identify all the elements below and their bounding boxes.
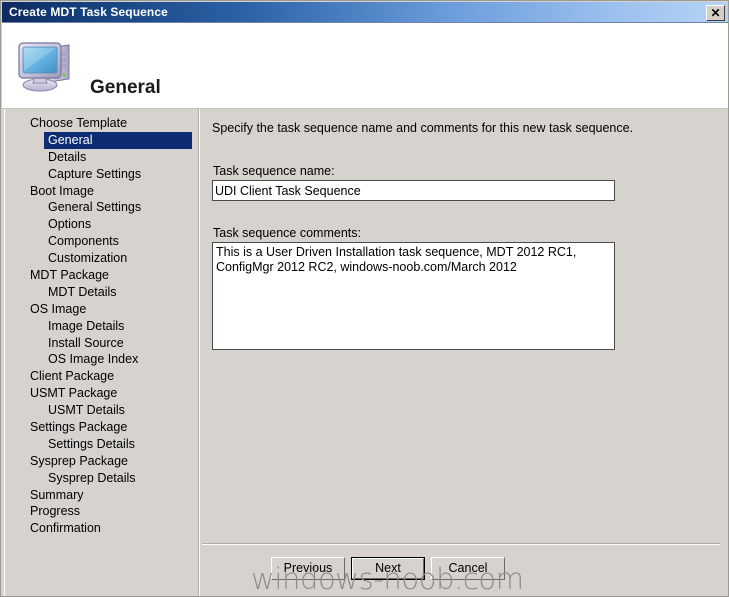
- sidebar-item-usmt-package[interactable]: USMT Package: [8, 385, 194, 402]
- sidebar-item-general-settings[interactable]: General Settings: [8, 199, 194, 216]
- sidebar-item-choose-template[interactable]: Choose Template: [8, 115, 194, 132]
- sidebar-item-sysprep-details[interactable]: Sysprep Details: [8, 470, 194, 487]
- left-edge-bevel: [2, 109, 5, 596]
- page-title: General: [90, 77, 161, 98]
- sidebar-item-mdt-details[interactable]: MDT Details: [8, 284, 194, 301]
- sidebar-item-general[interactable]: General: [44, 131, 192, 149]
- task-sequence-comments-label: Task sequence comments:: [213, 226, 361, 240]
- sidebar-divider: [198, 109, 200, 596]
- sidebar-item-os-image-index[interactable]: OS Image Index: [8, 351, 194, 368]
- wizard-step-list: Choose Template General Details Capture Set…: [8, 115, 194, 590]
- sidebar-item-usmt-details[interactable]: USMT Details: [8, 402, 194, 419]
- next-button-label: Next: [352, 558, 424, 579]
- sidebar-item-customization[interactable]: Customization: [8, 250, 194, 267]
- content-pane: Specify the task sequence name and comme…: [202, 109, 728, 596]
- cancel-button[interactable]: Cancel: [431, 557, 505, 580]
- page-header: General: [2, 23, 728, 109]
- sidebar-item-capture-settings[interactable]: Capture Settings: [8, 166, 194, 183]
- sidebar-item-summary[interactable]: Summary: [8, 487, 194, 504]
- sidebar-item-client-package[interactable]: Client Package: [8, 368, 194, 385]
- sidebar-item-install-source[interactable]: Install Source: [8, 335, 194, 352]
- title-bar: Create MDT Task Sequence ✕: [2, 2, 728, 23]
- computer-icon: [16, 35, 80, 97]
- sidebar-item-settings-package[interactable]: Settings Package: [8, 419, 194, 436]
- footer-divider: [202, 543, 720, 545]
- sidebar-item-options[interactable]: Options: [8, 216, 194, 233]
- task-sequence-name-label: Task sequence name:: [213, 164, 335, 178]
- sidebar-item-components[interactable]: Components: [8, 233, 194, 250]
- sidebar-item-sysprep-package[interactable]: Sysprep Package: [8, 453, 194, 470]
- next-button[interactable]: Next: [351, 557, 425, 580]
- dialog-body: Choose Template General Details Capture Set…: [2, 109, 728, 596]
- sidebar-item-settings-details[interactable]: Settings Details: [8, 436, 194, 453]
- sidebar-item-boot-image[interactable]: Boot Image: [8, 183, 194, 200]
- sidebar-item-os-image[interactable]: OS Image: [8, 301, 194, 318]
- task-sequence-comments-input[interactable]: [212, 242, 615, 350]
- window-title: Create MDT Task Sequence: [9, 5, 168, 19]
- task-sequence-name-input[interactable]: [212, 180, 615, 201]
- instruction-text: Specify the task sequence name and comme…: [212, 121, 634, 135]
- sidebar-item-details[interactable]: Details: [8, 149, 194, 166]
- sidebar-item-confirmation[interactable]: Confirmation: [8, 520, 194, 537]
- previous-button[interactable]: Previous: [271, 557, 345, 580]
- sidebar-item-progress[interactable]: Progress: [8, 503, 194, 520]
- close-icon: ✕: [710, 6, 721, 20]
- close-button[interactable]: ✕: [706, 5, 725, 21]
- sidebar-item-image-details[interactable]: Image Details: [8, 318, 194, 335]
- create-mdt-task-sequence-window: Create MDT Task Sequence ✕ General Choos…: [0, 0, 729, 597]
- sidebar-item-mdt-package[interactable]: MDT Package: [8, 267, 194, 284]
